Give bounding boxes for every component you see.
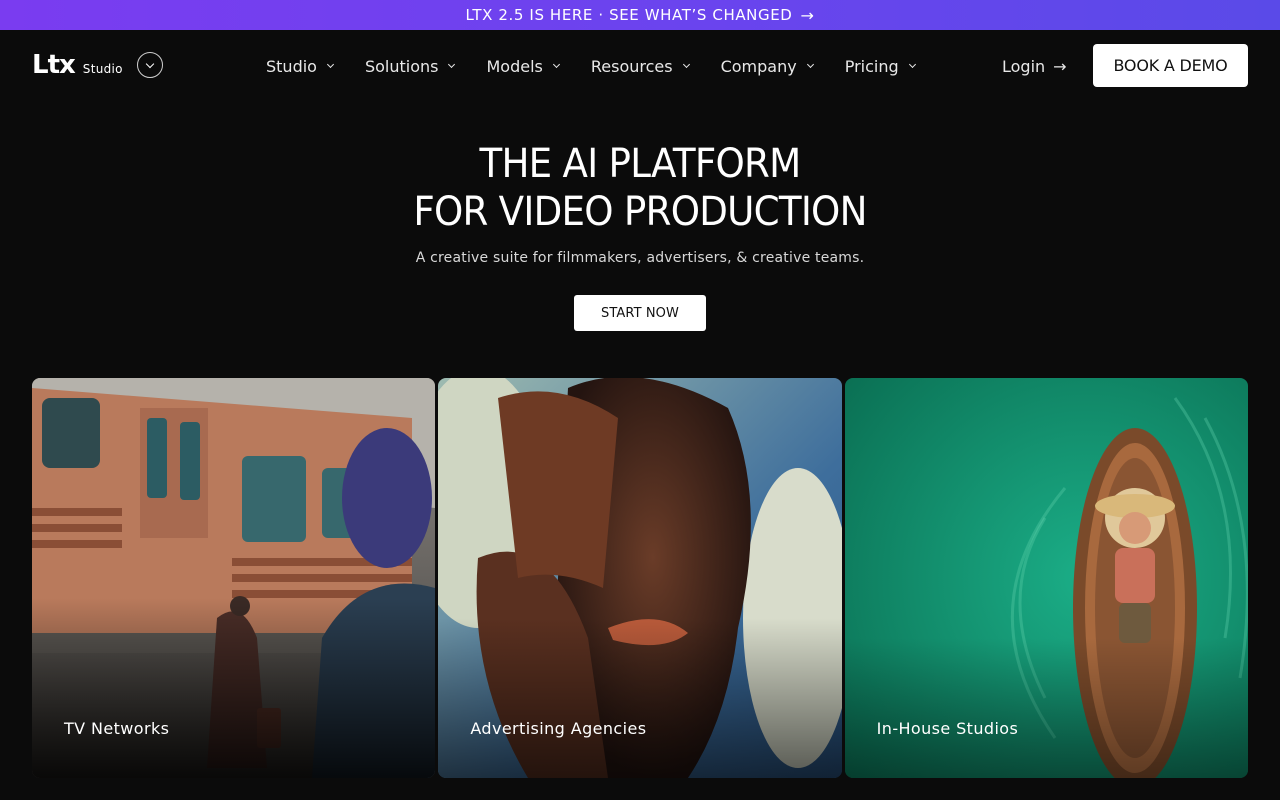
nav-item-studio[interactable]: Studio [266, 56, 335, 76]
card-advertising-agencies[interactable]: Advertising Agencies [438, 378, 842, 778]
nav-label: Studio [266, 56, 317, 76]
ltx-logo[interactable]: Ltx [32, 52, 76, 78]
nav-label: Resources [590, 56, 673, 76]
hero-title-line2: FOR VIDEO PRODUCTION [413, 189, 867, 235]
nav-item-models[interactable]: Models [486, 56, 560, 76]
card-label: In-House Studios [876, 719, 1019, 738]
boat-image [844, 378, 1248, 778]
nav-label: Company [720, 56, 797, 76]
arrow-right-icon: → [1053, 56, 1067, 76]
login-label: Login [1002, 56, 1046, 76]
announcement-text[interactable]: LTX 2.5 IS HERE · SEE WHAT’S CHANGED [466, 6, 793, 24]
chevron-down-icon [326, 60, 335, 69]
nav-label: Pricing [844, 56, 899, 76]
card-label: Advertising Agencies [470, 719, 647, 738]
card-in-house-studios[interactable]: In-House Studios [844, 378, 1248, 778]
chevron-down-icon [682, 60, 690, 69]
nav-item-resources[interactable]: Resources [590, 56, 690, 76]
hero-title-line1: THE AI PLATFORM [479, 141, 801, 187]
site-header: Ltx Studio Studio Solutions Models Resou… [0, 30, 1280, 102]
announcement-bar[interactable]: LTX 2.5 IS HERE · SEE WHAT’S CHANGED → [0, 0, 1280, 30]
main-nav: Studio Solutions Models Resources Compan… [266, 30, 947, 102]
login-link[interactable]: Login → [1002, 52, 1067, 80]
start-now-button[interactable]: START NOW [574, 295, 706, 331]
logo-subtitle: Studio [82, 62, 123, 76]
hero-title: THE AI PLATFORM FOR VIDEO PRODUCTION [45, 140, 1235, 236]
chevron-down-icon [145, 59, 155, 68]
nav-item-company[interactable]: Company [720, 56, 814, 76]
portrait-image [438, 378, 842, 778]
card-tv-networks[interactable]: TV Networks [32, 378, 435, 778]
brand-dropdown-button[interactable] [136, 52, 163, 78]
arrow-right-icon: → [800, 5, 815, 25]
train-platform-image [32, 378, 435, 778]
chevron-down-icon [806, 60, 814, 69]
hero-section: THE AI PLATFORM FOR VIDEO PRODUCTION A c… [0, 140, 1280, 331]
chevron-down-icon [448, 60, 456, 69]
nav-label: Solutions [364, 56, 439, 76]
nav-label: Models [486, 56, 543, 76]
nav-item-solutions[interactable]: Solutions [364, 56, 456, 76]
audience-cards: TV Networks Advertising Agencies In-Hous… [32, 378, 1248, 778]
card-label: TV Networks [64, 719, 170, 738]
chevron-down-icon [908, 60, 916, 69]
hero-subtitle: A creative suite for filmmakers, adverti… [415, 250, 865, 266]
nav-item-pricing[interactable]: Pricing [844, 56, 916, 76]
book-demo-button[interactable]: BOOK A DEMO [1093, 44, 1248, 87]
brand[interactable]: Ltx Studio [32, 52, 163, 78]
chevron-down-icon [552, 60, 560, 69]
